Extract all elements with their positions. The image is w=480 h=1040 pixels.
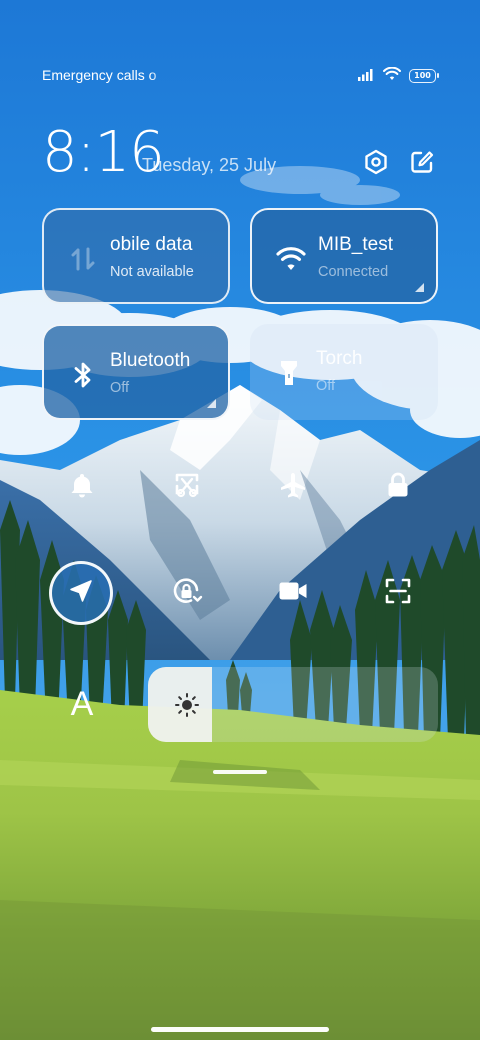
scanner-toggle[interactable] — [366, 561, 430, 625]
wifi-icon — [383, 66, 401, 85]
silent-toggle[interactable] — [50, 455, 114, 519]
screen-recorder-toggle[interactable] — [261, 561, 325, 625]
lock-icon — [384, 471, 412, 503]
bell-icon — [68, 471, 96, 503]
battery-icon: 100 — [409, 68, 439, 83]
carrier-status-text: Emergency calls o — [42, 67, 157, 83]
wifi-icon — [276, 244, 306, 274]
clock: 8:16 — [42, 120, 165, 185]
sun-icon — [174, 692, 200, 718]
settings-button[interactable] — [362, 149, 390, 179]
bluetooth-label: Bluetooth — [110, 350, 191, 371]
expand-corner-icon[interactable] — [415, 283, 424, 292]
wifi-status: Connected — [318, 264, 389, 280]
location-arrow-icon — [68, 578, 94, 608]
bluetooth-status: Off — [110, 380, 130, 396]
lock-screen-toggle[interactable] — [366, 455, 430, 519]
location-toggle[interactable] — [49, 561, 113, 625]
wifi-network-label: MIB_test — [318, 234, 393, 255]
torch-status: Off — [316, 378, 336, 394]
date: Tuesday, 25 July — [142, 155, 277, 175]
edit-button[interactable] — [408, 150, 436, 178]
airplane-icon — [279, 471, 307, 503]
bluetooth-icon — [68, 360, 98, 390]
mobile-data-status: Not available — [110, 264, 194, 280]
screenshot-icon — [173, 471, 201, 503]
mobile-data-label: obile data — [110, 234, 193, 255]
expand-corner-icon[interactable] — [207, 399, 216, 408]
battery-level: 100 — [414, 70, 431, 80]
torch-icon — [274, 358, 304, 388]
bluetooth-tile[interactable]: Bluetooth Off — [42, 324, 230, 420]
wifi-tile[interactable]: MIB_test Connected — [250, 208, 438, 304]
torch-label: Torch — [316, 348, 363, 369]
airplane-toggle[interactable] — [261, 455, 325, 519]
scan-icon — [384, 577, 412, 609]
rotation-lock-toggle[interactable] — [155, 561, 219, 625]
panel-handle[interactable] — [213, 770, 267, 774]
rotation-lock-icon — [171, 575, 203, 611]
torch-tile[interactable]: Torch Off — [250, 324, 438, 420]
control-center-header: 8:16 Tuesday, 25 July — [42, 118, 438, 188]
font-size-button[interactable]: A — [64, 682, 100, 726]
status-bar: Emergency calls o 100 — [0, 60, 480, 92]
hexagon-settings-icon — [363, 149, 389, 179]
edit-icon — [409, 149, 435, 179]
signal-icon — [357, 66, 375, 85]
video-camera-icon — [278, 579, 308, 607]
home-indicator[interactable] — [151, 1027, 329, 1032]
mobile-data-tile[interactable]: obile data Not available — [42, 208, 230, 304]
screenshot-toggle[interactable] — [155, 455, 219, 519]
mobile-data-icon — [68, 244, 98, 274]
status-icons: 100 — [357, 66, 439, 85]
brightness-slider[interactable] — [148, 667, 438, 742]
